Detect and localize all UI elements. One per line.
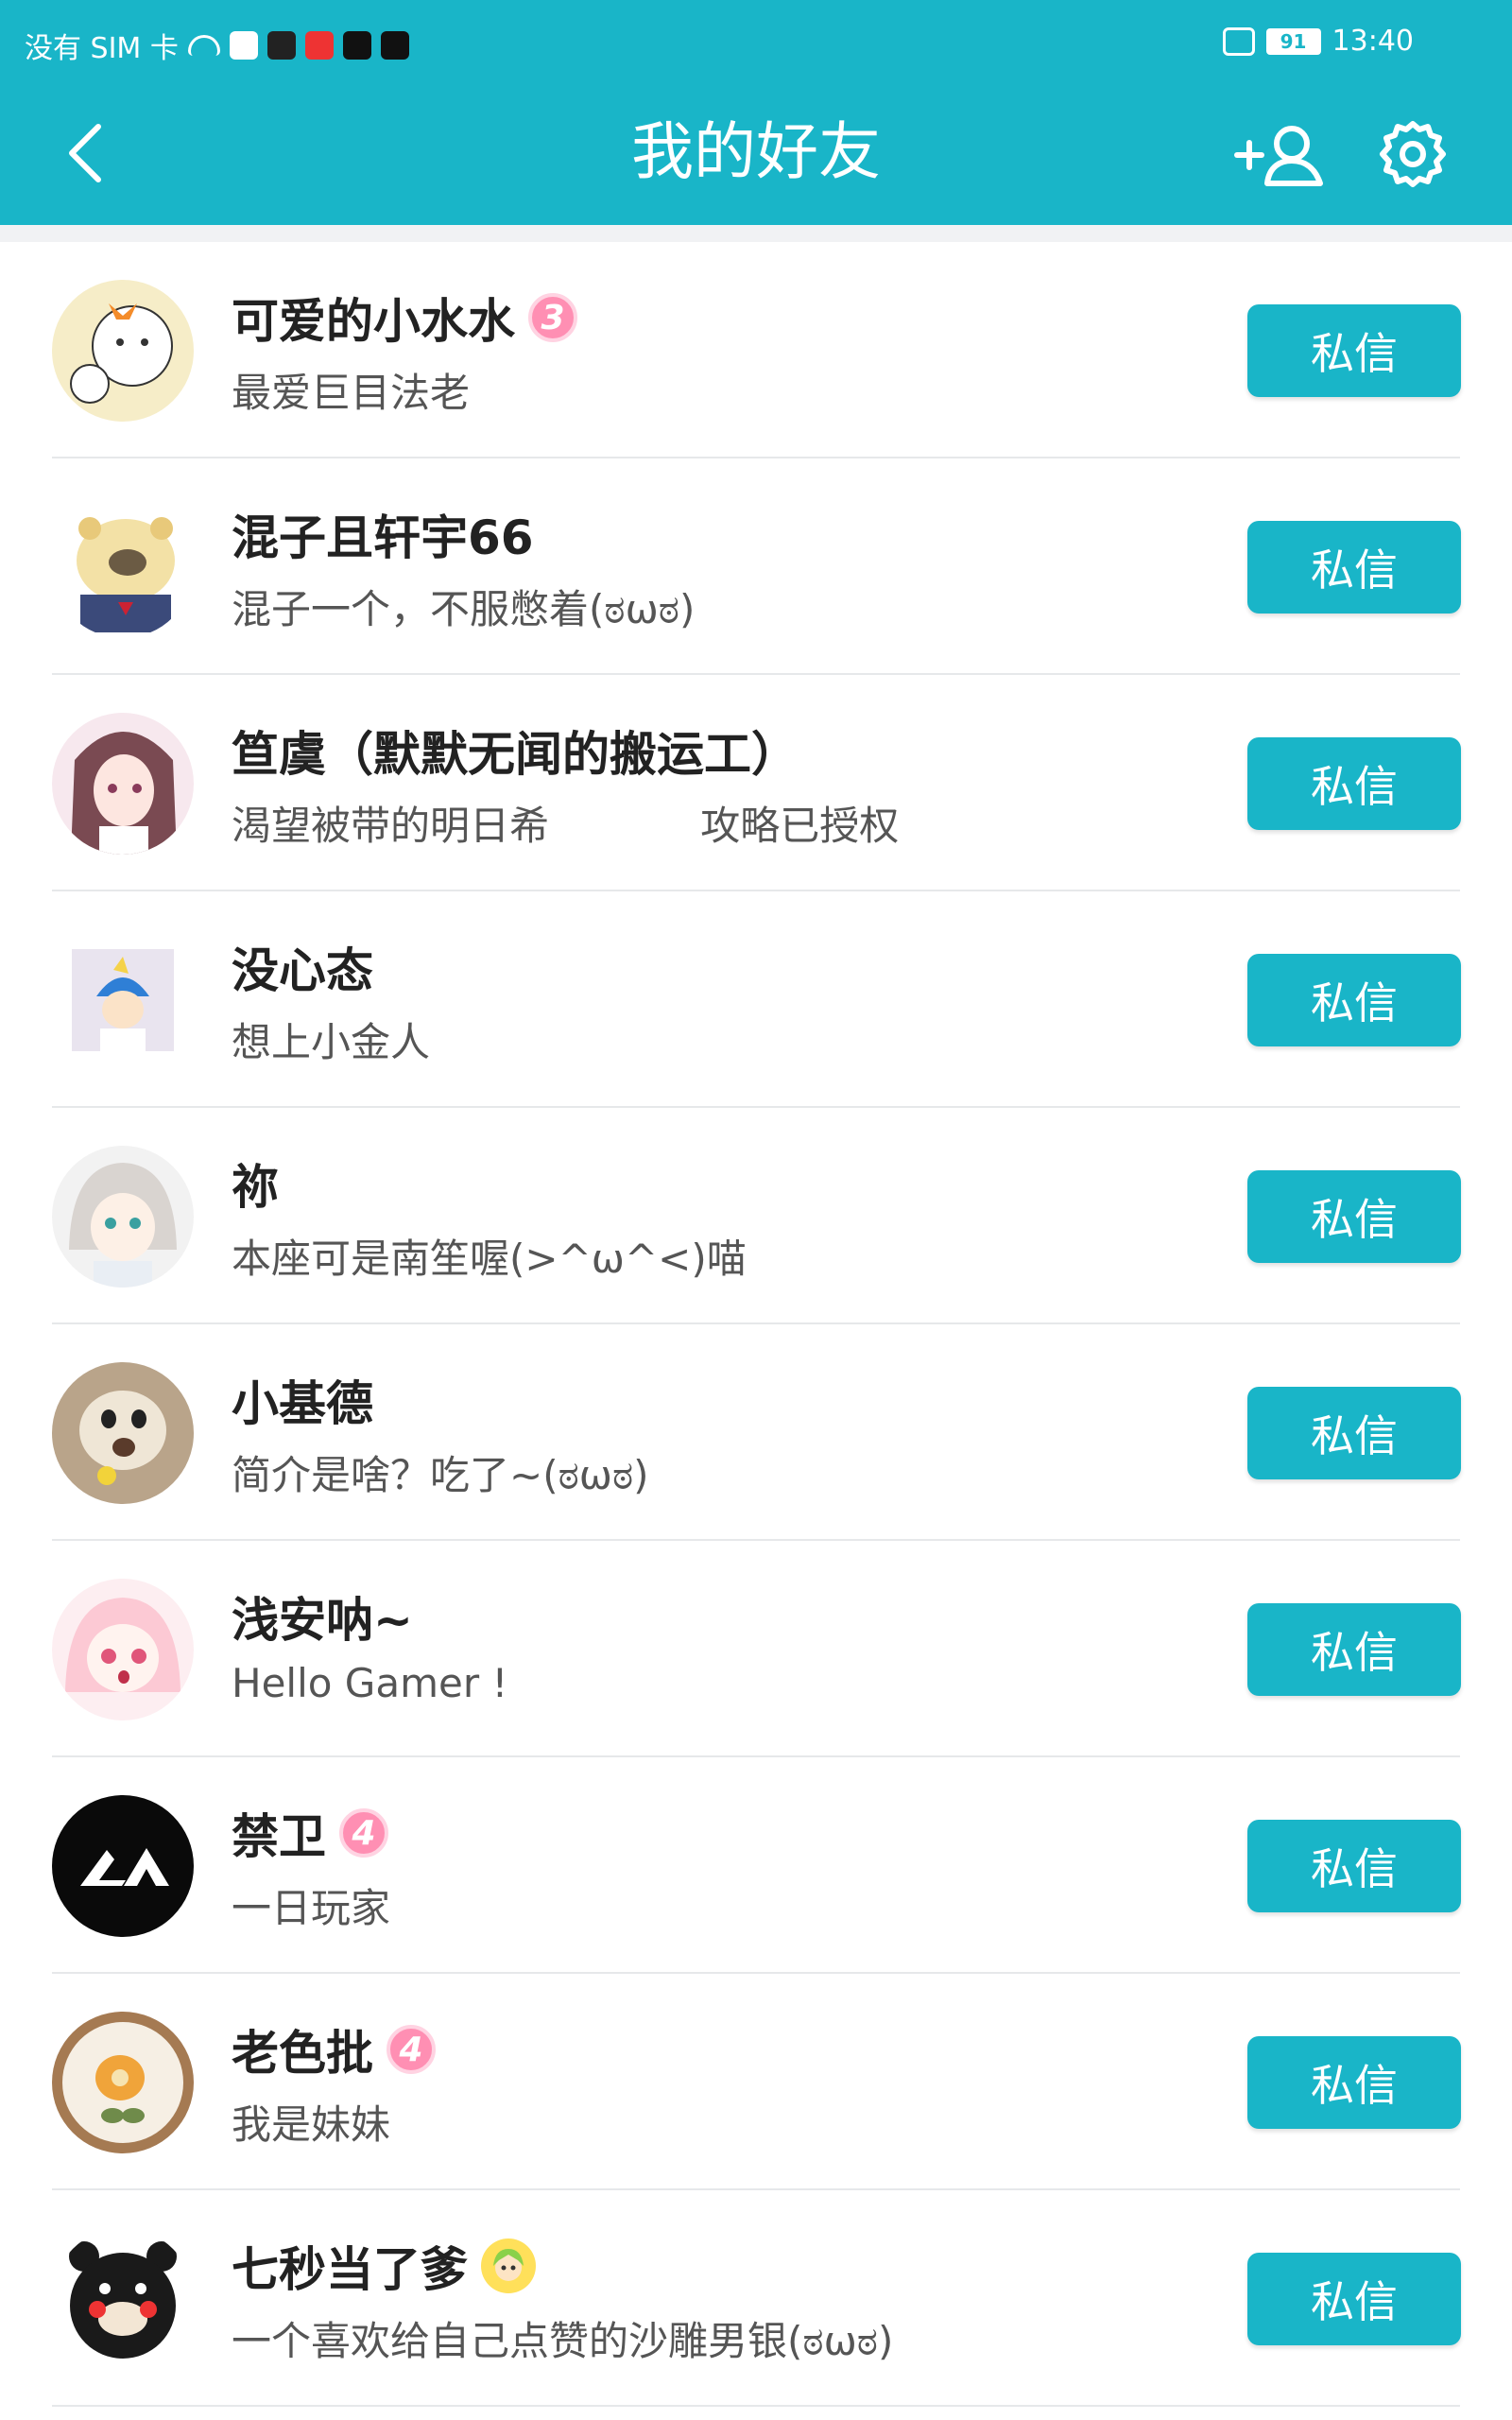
- friend-name: 祢: [232, 1160, 279, 1215]
- friend-name: 混子且轩宇66: [232, 510, 534, 565]
- friend-bio: 混子一个，不服憋着(ಠωಠ): [232, 586, 696, 632]
- friend-bio: Hello Gamer !: [232, 1660, 508, 1706]
- friend-row[interactable]: 老色批 4 我是妹妹 私信: [0, 1974, 1512, 2190]
- friend-row[interactable]: 祢 本座可是南笙喔(>^ω^<)喵 私信: [0, 1108, 1512, 1324]
- avatar-image: [52, 1362, 194, 1504]
- avatar-image: [52, 280, 194, 422]
- friend-name: 老色批: [232, 2026, 373, 2081]
- message-button[interactable]: 私信: [1247, 521, 1461, 614]
- avatar-image: [72, 949, 174, 1051]
- friend-row[interactable]: 七秒当了爹 一个喜欢给自己点赞的沙雕男银(ಠωಠ) 私信: [0, 2190, 1512, 2407]
- medal-icon: [481, 2238, 536, 2293]
- friend-bio: 简介是啥？吃了~(ಠωಠ): [232, 1452, 649, 1498]
- settings-button[interactable]: [1370, 112, 1455, 197]
- friend-bio: 想上小金人: [232, 1019, 431, 1065]
- tiktok-icon: [380, 31, 409, 60]
- name-line: 没心态: [232, 933, 373, 1001]
- avatar-image: [52, 1146, 194, 1288]
- friend-name: 浅安呐~: [232, 1593, 413, 1648]
- gear-icon: [1380, 121, 1446, 187]
- avatar[interactable]: [52, 496, 194, 638]
- name-line: 小基德: [232, 1366, 373, 1434]
- avatar-image: [52, 2228, 194, 2370]
- level-badge: 4: [339, 1808, 388, 1858]
- status-left: 没有 SIM 卡: [25, 25, 409, 66]
- friend-bio: 一日玩家: [232, 1885, 391, 1931]
- friend-row[interactable]: 笪虞（默默无闻的搬运工） 渴望被带的明日希 攻略已授权 私信: [0, 675, 1512, 891]
- vibrate-icon: [1222, 26, 1255, 56]
- name-line: 禁卫 4: [232, 1799, 388, 1867]
- friend-name: 小基德: [232, 1376, 373, 1431]
- friend-bio: 我是妹妹: [232, 2101, 391, 2148]
- avatar-image: [52, 1579, 194, 1720]
- friend-name: 笪虞（默默无闻的搬运工）: [232, 727, 799, 782]
- avatar[interactable]: [52, 280, 194, 422]
- avatar[interactable]: [52, 1579, 194, 1720]
- status-bar: 没有 SIM 卡 91 13:40: [0, 0, 1512, 87]
- avatar[interactable]: [52, 1362, 194, 1504]
- message-icon: [229, 31, 258, 60]
- clock: 13:40: [1332, 25, 1414, 58]
- friend-bio: 渴望被带的明日希 攻略已授权: [232, 803, 900, 849]
- message-button[interactable]: 私信: [1247, 737, 1461, 830]
- avatar-image: [52, 1795, 194, 1937]
- message-button[interactable]: 私信: [1247, 1603, 1461, 1696]
- friend-row[interactable]: 可爱的小水水 3 最爱巨目法老 私信: [0, 242, 1512, 458]
- name-line: 可爱的小水水 3: [232, 284, 577, 352]
- name-line: 浅安呐~: [232, 1582, 413, 1651]
- friend-row[interactable]: 没心态 想上小金人 私信: [0, 891, 1512, 1108]
- name-line: 七秒当了爹: [232, 2232, 536, 2300]
- message-button[interactable]: 私信: [1247, 2036, 1461, 2129]
- avatar-image: [52, 713, 194, 855]
- message-button[interactable]: 私信: [1247, 954, 1461, 1046]
- app-notification-icon: [304, 31, 334, 60]
- tiktok-icon: [342, 31, 371, 60]
- level-badge: 4: [387, 2025, 436, 2074]
- avatar-image: [52, 2012, 194, 2153]
- name-line: 老色批 4: [232, 2015, 436, 2083]
- wifi-icon: [187, 35, 220, 56]
- friend-list: 可爱的小水水 3 最爱巨目法老 私信 混子且轩宇66 混子一个，不服憋着(ಠωಠ…: [0, 242, 1512, 2407]
- carrier-text: 没有 SIM 卡: [25, 32, 179, 65]
- message-button[interactable]: 私信: [1247, 1170, 1461, 1263]
- friend-row[interactable]: 禁卫 4 一日玩家 私信: [0, 1757, 1512, 1974]
- app-header: 我的好友: [0, 87, 1512, 225]
- message-button[interactable]: 私信: [1247, 304, 1461, 397]
- avatar[interactable]: [52, 713, 194, 855]
- status-right: 91 13:40: [1222, 25, 1414, 58]
- name-line: 笪虞（默默无闻的搬运工）: [232, 717, 799, 785]
- avatar[interactable]: [52, 2012, 194, 2153]
- friend-name: 禁卫: [232, 1809, 326, 1864]
- header-divider: [0, 225, 1512, 242]
- avatar[interactable]: [52, 1795, 194, 1937]
- level-badge: 3: [528, 293, 577, 342]
- message-button[interactable]: 私信: [1247, 1820, 1461, 1912]
- friend-name: 没心态: [232, 943, 373, 998]
- friend-name: 七秒当了爹: [232, 2242, 468, 2297]
- name-line: 混子且轩宇66: [232, 500, 534, 568]
- name-line: 祢: [232, 1150, 279, 1218]
- friend-bio: 本座可是南笙喔(>^ω^<)喵: [232, 1236, 747, 1282]
- friend-row[interactable]: 浅安呐~ Hello Gamer ! 私信: [0, 1541, 1512, 1757]
- row-divider: [52, 2405, 1460, 2407]
- app-notification-icon: [266, 31, 296, 60]
- avatar[interactable]: [72, 949, 174, 1051]
- friend-row[interactable]: 小基德 简介是啥？吃了~(ಠωಠ) 私信: [0, 1324, 1512, 1541]
- friend-row[interactable]: 混子且轩宇66 混子一个，不服憋着(ಠωಠ) 私信: [0, 458, 1512, 675]
- friend-bio: 最爱巨目法老: [232, 370, 471, 416]
- avatar-image: [52, 496, 194, 638]
- friend-bio: 一个喜欢给自己点赞的沙雕男银(ಠωಠ): [232, 2318, 894, 2364]
- avatar[interactable]: [52, 1146, 194, 1288]
- friend-name: 可爱的小水水: [232, 294, 515, 349]
- avatar[interactable]: [52, 2228, 194, 2370]
- message-button[interactable]: 私信: [1247, 2253, 1461, 2345]
- add-user-icon: [1234, 126, 1323, 186]
- message-button[interactable]: 私信: [1247, 1387, 1461, 1479]
- battery-icon: 91: [1265, 27, 1321, 55]
- add-friend-button[interactable]: [1228, 112, 1332, 197]
